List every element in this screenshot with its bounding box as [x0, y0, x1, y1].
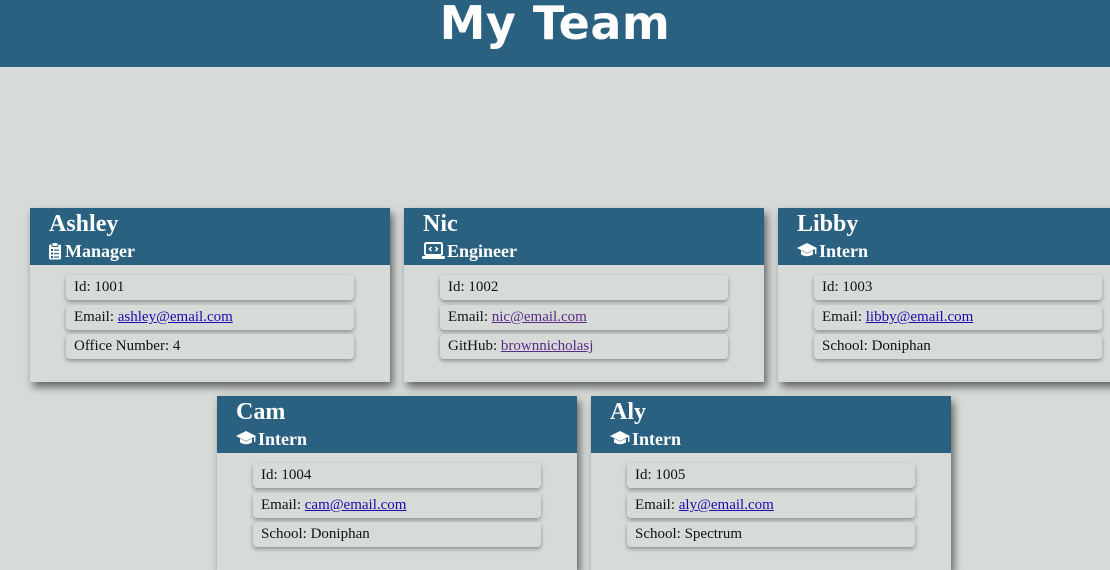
clipboard-icon [48, 242, 64, 260]
employee-card: Cam Intern Id: 1004 Email: cam@email.com… [217, 396, 577, 570]
employee-role: Intern [796, 241, 868, 261]
employee-id: Id: 1005 [627, 463, 915, 488]
employee-id: Id: 1002 [440, 275, 728, 300]
laptop-code-icon [422, 242, 446, 260]
card-header: Cam Intern [217, 396, 577, 453]
employee-id: Id: 1004 [253, 463, 541, 488]
email-link[interactable]: aly@email.com [679, 497, 774, 513]
employee-email: Email: ashley@email.com [66, 305, 354, 330]
page-header: My Team [0, 0, 1110, 67]
github-label: GitHub: [448, 338, 501, 354]
employee-id: Id: 1001 [66, 275, 354, 300]
email-label: Email: [74, 309, 118, 325]
employee-role: Intern [609, 429, 681, 449]
role-label: Intern [258, 429, 307, 449]
employee-email: Email: cam@email.com [253, 493, 541, 518]
employee-github: GitHub: brownnicholasj [440, 334, 728, 359]
employee-school: School: Doniphan [814, 334, 1102, 359]
employee-card: Nic Engineer Id: 1002 Email: nic@email.c… [404, 208, 764, 382]
employee-card: Ashley Manager Id: 1001 Email: ashley@em… [30, 208, 390, 382]
employee-name: Aly [610, 399, 646, 425]
card-header: Libby Intern [778, 208, 1110, 265]
role-label: Intern [819, 241, 868, 261]
role-label: Engineer [447, 241, 517, 261]
employee-name: Cam [236, 399, 286, 425]
graduation-cap-icon [609, 430, 631, 448]
employee-school: School: Spectrum [627, 522, 915, 547]
email-link[interactable]: nic@email.com [492, 309, 587, 325]
page-title: My Team [439, 0, 671, 50]
graduation-cap-icon [235, 430, 257, 448]
graduation-cap-icon [796, 242, 818, 260]
employee-role: Manager [48, 241, 135, 261]
github-link[interactable]: brownnicholasj [501, 338, 593, 354]
employee-office-number: Office Number: 4 [66, 334, 354, 359]
employee-card: Libby Intern Id: 1003 Email: libby@email… [778, 208, 1110, 382]
employee-card: Aly Intern Id: 1005 Email: aly@email.com… [591, 396, 951, 570]
employee-name: Ashley [49, 211, 119, 237]
employee-role: Intern [235, 429, 307, 449]
employee-name: Nic [423, 211, 458, 237]
employee-email: Email: aly@email.com [627, 493, 915, 518]
email-link[interactable]: ashley@email.com [118, 309, 233, 325]
email-label: Email: [635, 497, 679, 513]
role-label: Manager [65, 241, 135, 261]
email-link[interactable]: cam@email.com [305, 497, 407, 513]
card-header: Ashley Manager [30, 208, 390, 265]
email-label: Email: [822, 309, 866, 325]
employee-name: Libby [797, 211, 859, 237]
card-header: Nic Engineer [404, 208, 764, 265]
card-header: Aly Intern [591, 396, 951, 453]
employee-id: Id: 1003 [814, 275, 1102, 300]
email-label: Email: [261, 497, 305, 513]
employee-school: School: Doniphan [253, 522, 541, 547]
employee-email: Email: libby@email.com [814, 305, 1102, 330]
employee-email: Email: nic@email.com [440, 305, 728, 330]
email-label: Email: [448, 309, 492, 325]
employee-role: Engineer [422, 241, 517, 261]
email-link[interactable]: libby@email.com [866, 309, 974, 325]
role-label: Intern [632, 429, 681, 449]
